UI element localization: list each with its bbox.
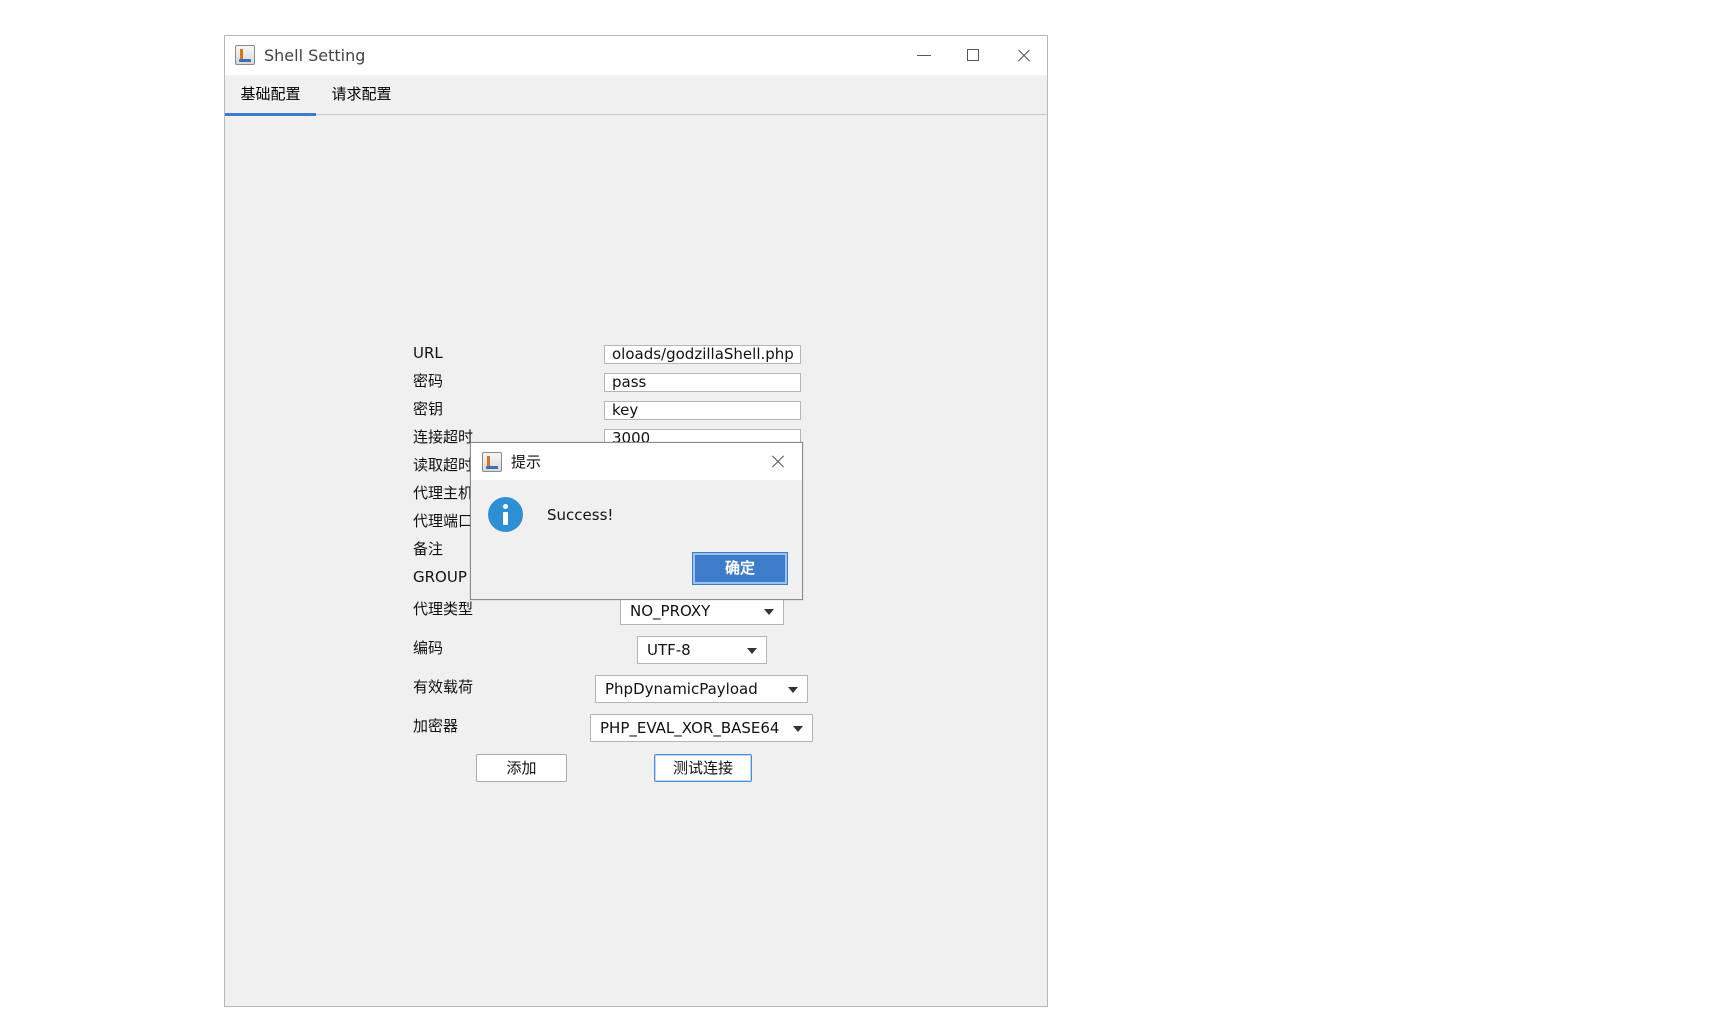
encoding-value: UTF-8 — [647, 641, 691, 659]
chevron-down-icon — [788, 687, 798, 693]
key-field[interactable]: key — [604, 401, 801, 420]
tab-basic-config[interactable]: 基础配置 — [225, 75, 316, 116]
chevron-down-icon — [764, 609, 774, 615]
password-label: 密码 — [413, 372, 444, 390]
maximize-button[interactable] — [948, 36, 998, 75]
chevron-down-icon — [747, 648, 757, 654]
close-button[interactable] — [998, 36, 1048, 75]
proxy-port-label: 代理端口 — [413, 512, 474, 530]
proxy-host-label: 代理主机 — [413, 484, 474, 502]
window-title: Shell Setting — [264, 46, 366, 65]
tab-bar: 基础配置 请求配置 — [225, 75, 1047, 116]
dialog-titlebar[interactable]: 提示 — [471, 443, 802, 480]
window-titlebar[interactable]: Shell Setting — [225, 36, 1047, 75]
ok-button[interactable]: 确定 — [693, 553, 787, 584]
java-app-icon — [235, 45, 255, 65]
minimize-button[interactable] — [898, 36, 948, 75]
payload-value: PhpDynamicPayload — [605, 680, 758, 698]
proxy-type-label: 代理类型 — [413, 600, 474, 618]
payload-select[interactable]: PhpDynamicPayload — [595, 675, 808, 703]
encoding-label: 编码 — [413, 639, 444, 657]
tab-basic-config-label: 基础配置 — [240, 85, 301, 103]
url-field[interactable]: oloads/godzillaShell.php — [604, 345, 801, 364]
connect-timeout-label: 连接超时 — [413, 428, 474, 446]
payload-label: 有效载荷 — [413, 678, 474, 696]
minimize-icon — [917, 55, 931, 56]
message-dialog: 提示 Success! 确定 — [470, 442, 803, 600]
test-connection-button[interactable]: 测试连接 — [654, 754, 752, 782]
add-button[interactable]: 添加 — [476, 754, 567, 782]
remark-label: 备注 — [413, 540, 444, 558]
group-label: GROUP — [413, 568, 467, 586]
proxy-type-value: NO_PROXY — [630, 602, 711, 620]
cryption-select[interactable]: PHP_EVAL_XOR_BASE64 — [590, 714, 813, 742]
active-tab-indicator — [225, 113, 316, 116]
read-timeout-label: 读取超时 — [413, 456, 474, 474]
tab-request-config[interactable]: 请求配置 — [316, 75, 407, 115]
cryption-value: PHP_EVAL_XOR_BASE64 — [600, 719, 780, 737]
cryption-label: 加密器 — [413, 717, 459, 735]
info-icon — [488, 497, 523, 532]
key-label: 密钥 — [413, 400, 444, 418]
password-field[interactable]: pass — [604, 373, 801, 392]
dialog-title: 提示 — [511, 453, 542, 471]
encoding-select[interactable]: UTF-8 — [637, 636, 767, 664]
dialog-close-button[interactable] — [754, 443, 802, 480]
proxy-type-select[interactable]: NO_PROXY — [620, 597, 784, 625]
chevron-down-icon — [793, 726, 803, 732]
url-label: URL — [413, 344, 443, 362]
java-app-icon — [482, 452, 502, 472]
maximize-icon — [967, 49, 979, 61]
tab-request-config-label: 请求配置 — [331, 85, 392, 103]
dialog-message: Success! — [547, 506, 614, 524]
